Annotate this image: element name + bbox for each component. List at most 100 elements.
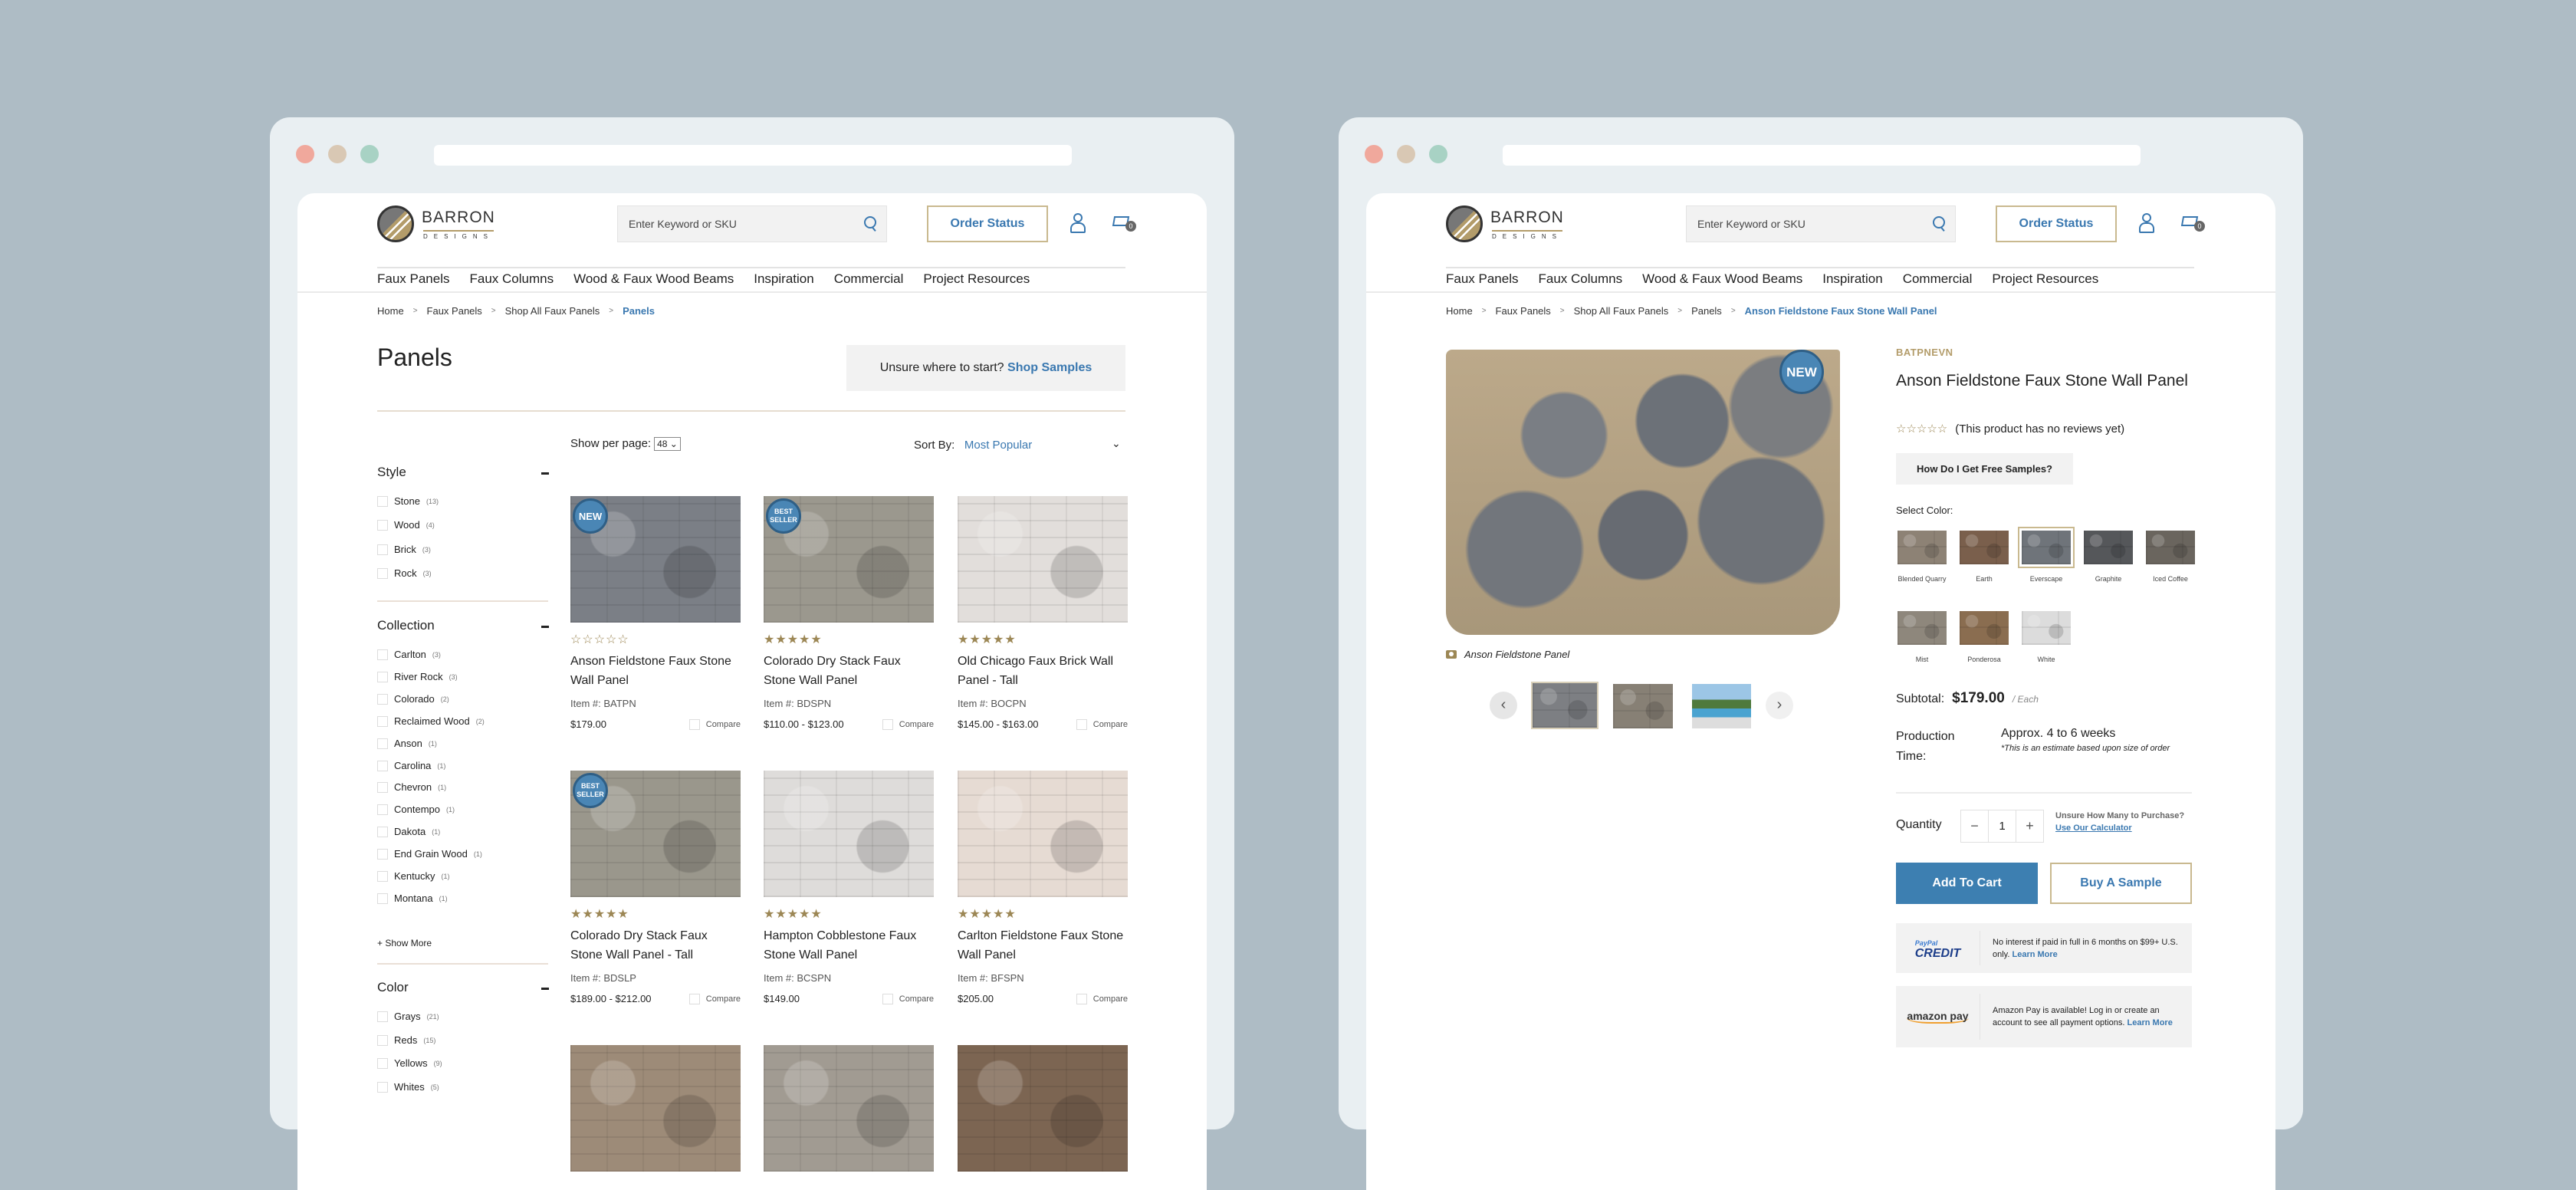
filter-option[interactable]: Rock (3): [377, 567, 432, 579]
collapse-minus-icon[interactable]: [541, 626, 549, 628]
filter-option[interactable]: Colorado (2): [377, 693, 449, 705]
color-swatch[interactable]: [1960, 611, 2009, 645]
checkbox[interactable]: [377, 738, 388, 749]
filter-option[interactable]: Brick (3): [377, 544, 431, 555]
search-input[interactable]: Enter Keyword or SKU: [617, 205, 887, 242]
product-name[interactable]: Carlton Fieldstone Faux Stone Wall Panel: [958, 926, 1128, 965]
product-card[interactable]: BEST SELLER ★★★★★ Colorado Dry Stack Faux …: [570, 771, 741, 1004]
breadcrumb-item[interactable]: Faux Panels: [1496, 305, 1551, 317]
cart-icon[interactable]: 0: [2180, 213, 2205, 233]
filter-option[interactable]: Anson (1): [377, 738, 437, 749]
collapse-minus-icon[interactable]: [541, 988, 549, 990]
next-image-arrow[interactable]: ›: [1766, 692, 1793, 719]
nav-item-faux-columns[interactable]: Faux Columns: [1539, 265, 1623, 293]
product-card[interactable]: NEW ☆☆☆☆☆ Anson Fieldstone Faux Stone Wall…: [570, 496, 741, 730]
address-bar[interactable]: [1503, 145, 2141, 166]
breadcrumb-item[interactable]: Home: [377, 305, 404, 317]
nav-item-commercial[interactable]: Commercial: [834, 265, 904, 293]
product-image[interactable]: [958, 496, 1128, 623]
product-name[interactable]: Colorado Dry Stack Faux Stone Wall Panel…: [570, 926, 741, 965]
search-icon[interactable]: [864, 216, 876, 228]
checkbox[interactable]: [377, 826, 388, 837]
prev-image-arrow[interactable]: ‹: [1490, 692, 1517, 719]
breadcrumb-item[interactable]: Shop All Faux Panels: [505, 305, 600, 317]
checkbox[interactable]: [1076, 718, 1087, 730]
filter-option[interactable]: Yellows (9): [377, 1057, 442, 1069]
sort-control[interactable]: Sort By: Most Popular: [914, 439, 1032, 452]
order-status-button[interactable]: Order Status: [1996, 205, 2117, 242]
collapse-minus-icon[interactable]: [541, 472, 549, 475]
thumbnail-1[interactable]: [1531, 682, 1598, 729]
product-main-image[interactable]: [1446, 350, 1840, 635]
minimize-dot[interactable]: [1397, 145, 1415, 163]
product-image[interactable]: [958, 771, 1128, 897]
decrement-button[interactable]: −: [1961, 810, 1989, 842]
product-image[interactable]: [764, 1045, 934, 1172]
filter-option[interactable]: Dakota (1): [377, 826, 440, 837]
checkbox[interactable]: [882, 718, 893, 730]
checkbox[interactable]: [377, 1011, 388, 1022]
chevron-down-icon[interactable]: ⌄: [1112, 437, 1121, 450]
checkbox[interactable]: [377, 649, 388, 660]
product-card[interactable]: BEST SELLER ★★★★★ Colorado Dry Stack Faux …: [764, 496, 934, 730]
per-page-select[interactable]: 48 ⌄: [654, 437, 681, 451]
sort-value[interactable]: Most Popular: [964, 439, 1032, 452]
filter-option[interactable]: Wood (4): [377, 519, 435, 531]
search-input[interactable]: Enter Keyword or SKU: [1686, 205, 1956, 242]
breadcrumb-item[interactable]: Panels: [1691, 305, 1722, 317]
close-dot[interactable]: [1365, 145, 1383, 163]
logo[interactable]: BARRON DESIGNS: [1446, 205, 1576, 242]
checkbox[interactable]: [882, 993, 893, 1004]
product-name[interactable]: Anson Fieldstone Faux Stone Wall Panel: [570, 652, 741, 690]
amazon-learn-more-link[interactable]: Learn More: [2128, 1018, 2173, 1027]
product-image[interactable]: BEST SELLER: [570, 771, 741, 897]
product-image[interactable]: [958, 1045, 1128, 1172]
product-name[interactable]: Old Chicago Faux Brick Wall Panel - Tall: [958, 652, 1128, 690]
shop-samples-link[interactable]: Shop Samples: [1007, 361, 1092, 374]
calculator-link[interactable]: Use Our Calculator: [2055, 822, 2193, 834]
filter-heading-color[interactable]: Color: [377, 980, 409, 995]
maximize-dot[interactable]: [360, 145, 379, 163]
nav-item-wood-faux-wood-beams[interactable]: Wood & Faux Wood Beams: [573, 265, 734, 293]
product-name[interactable]: Colorado Dry Stack Faux Stone Wall Panel: [764, 652, 934, 690]
user-account-icon[interactable]: [2139, 213, 2154, 233]
checkbox[interactable]: [377, 544, 388, 555]
color-swatch[interactable]: [2146, 531, 2195, 564]
compare-checkbox[interactable]: Compare: [882, 993, 934, 1004]
checkbox[interactable]: [377, 671, 388, 682]
color-swatch[interactable]: [2022, 611, 2071, 645]
checkbox[interactable]: [377, 1081, 388, 1093]
paypal-learn-more-link[interactable]: Learn More: [2012, 950, 2057, 959]
product-card[interactable]: [764, 1045, 934, 1172]
filter-heading-style[interactable]: Style: [377, 465, 406, 480]
increment-button[interactable]: +: [2016, 810, 2043, 842]
product-image[interactable]: [764, 771, 934, 897]
checkbox[interactable]: [377, 760, 388, 771]
checkbox[interactable]: [377, 804, 388, 815]
nav-item-commercial[interactable]: Commercial: [1903, 265, 1973, 293]
checkbox[interactable]: [377, 1057, 388, 1069]
checkbox[interactable]: [377, 693, 388, 705]
filter-option[interactable]: Stone (13): [377, 495, 439, 507]
compare-checkbox[interactable]: Compare: [688, 993, 741, 1004]
nav-item-project-resources[interactable]: Project Resources: [1992, 265, 2098, 293]
close-dot[interactable]: [296, 145, 314, 163]
color-swatch[interactable]: [1898, 611, 1947, 645]
filter-option[interactable]: Chevron (1): [377, 781, 446, 793]
product-card[interactable]: [958, 1045, 1128, 1172]
buy-sample-button[interactable]: Buy A Sample: [2050, 863, 2192, 904]
filter-option[interactable]: Reclaimed Wood (2): [377, 715, 485, 727]
logo[interactable]: BARRON DESIGNS: [377, 205, 508, 242]
nav-item-inspiration[interactable]: Inspiration: [754, 265, 813, 293]
show-more-link[interactable]: + Show More: [377, 938, 432, 948]
thumbnail-3[interactable]: [1692, 684, 1751, 728]
user-account-icon[interactable]: [1070, 213, 1086, 233]
compare-checkbox[interactable]: Compare: [688, 718, 741, 730]
checkbox[interactable]: [1076, 993, 1087, 1004]
checkbox[interactable]: [377, 893, 388, 904]
checkbox[interactable]: [377, 715, 388, 727]
breadcrumb-item[interactable]: Faux Panels: [427, 305, 482, 317]
product-card[interactable]: [570, 1045, 741, 1172]
filter-option[interactable]: Contempo (1): [377, 804, 455, 815]
product-card[interactable]: ★★★★★ Old Chicago Faux Brick Wall Panel -…: [958, 496, 1128, 730]
